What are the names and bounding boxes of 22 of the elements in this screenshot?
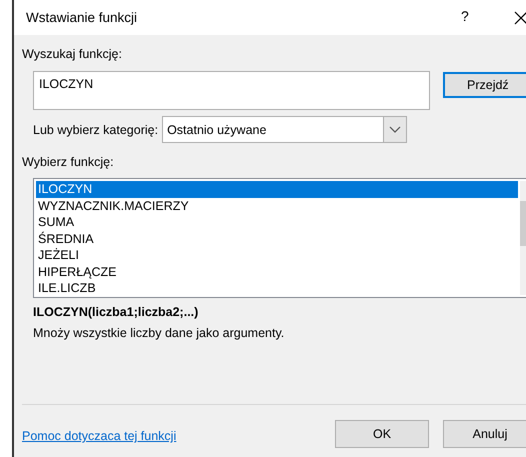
- function-item[interactable]: HIPERŁĄCZE: [36, 264, 518, 280]
- category-label: Lub wybierz kategorię:: [33, 122, 158, 136]
- function-list-label: Wybierz funkcję:: [22, 154, 115, 170]
- search-field[interactable]: ILOCZYN: [33, 71, 430, 110]
- function-item[interactable]: SUMA: [36, 214, 518, 230]
- window-title: Wstawianie funkcji: [26, 10, 138, 25]
- dialog-button[interactable]: Anuluj: [443, 420, 526, 448]
- dialog-button[interactable]: OK: [335, 420, 429, 448]
- help-button[interactable]: ?: [461, 8, 469, 24]
- function-item[interactable]: ILE.LICZB: [36, 280, 518, 296]
- go-button[interactable]: Przejdź: [443, 72, 526, 98]
- close-icon[interactable]: [514, 11, 526, 25]
- function-item[interactable]: ILOCZYN: [36, 181, 518, 198]
- chevron-down-icon: [383, 117, 406, 142]
- category-dropdown[interactable]: Ostatnio używane: [162, 116, 408, 143]
- function-description: Mnoży wszystkie liczby dane jako argumenty.: [33, 326, 286, 340]
- function-item[interactable]: JEŻELI: [36, 247, 518, 264]
- function-signature: ILOCZYN(liczba1;liczba2;...): [33, 305, 200, 319]
- function-item[interactable]: WYZNACZNIK.MACIERZY: [36, 198, 518, 214]
- help-link[interactable]: Pomoc dotyczaca tej funkcji: [22, 429, 176, 443]
- search-label: Wyszukaj funkcję:: [22, 46, 123, 62]
- function-item[interactable]: ŚREDNIA: [36, 230, 518, 247]
